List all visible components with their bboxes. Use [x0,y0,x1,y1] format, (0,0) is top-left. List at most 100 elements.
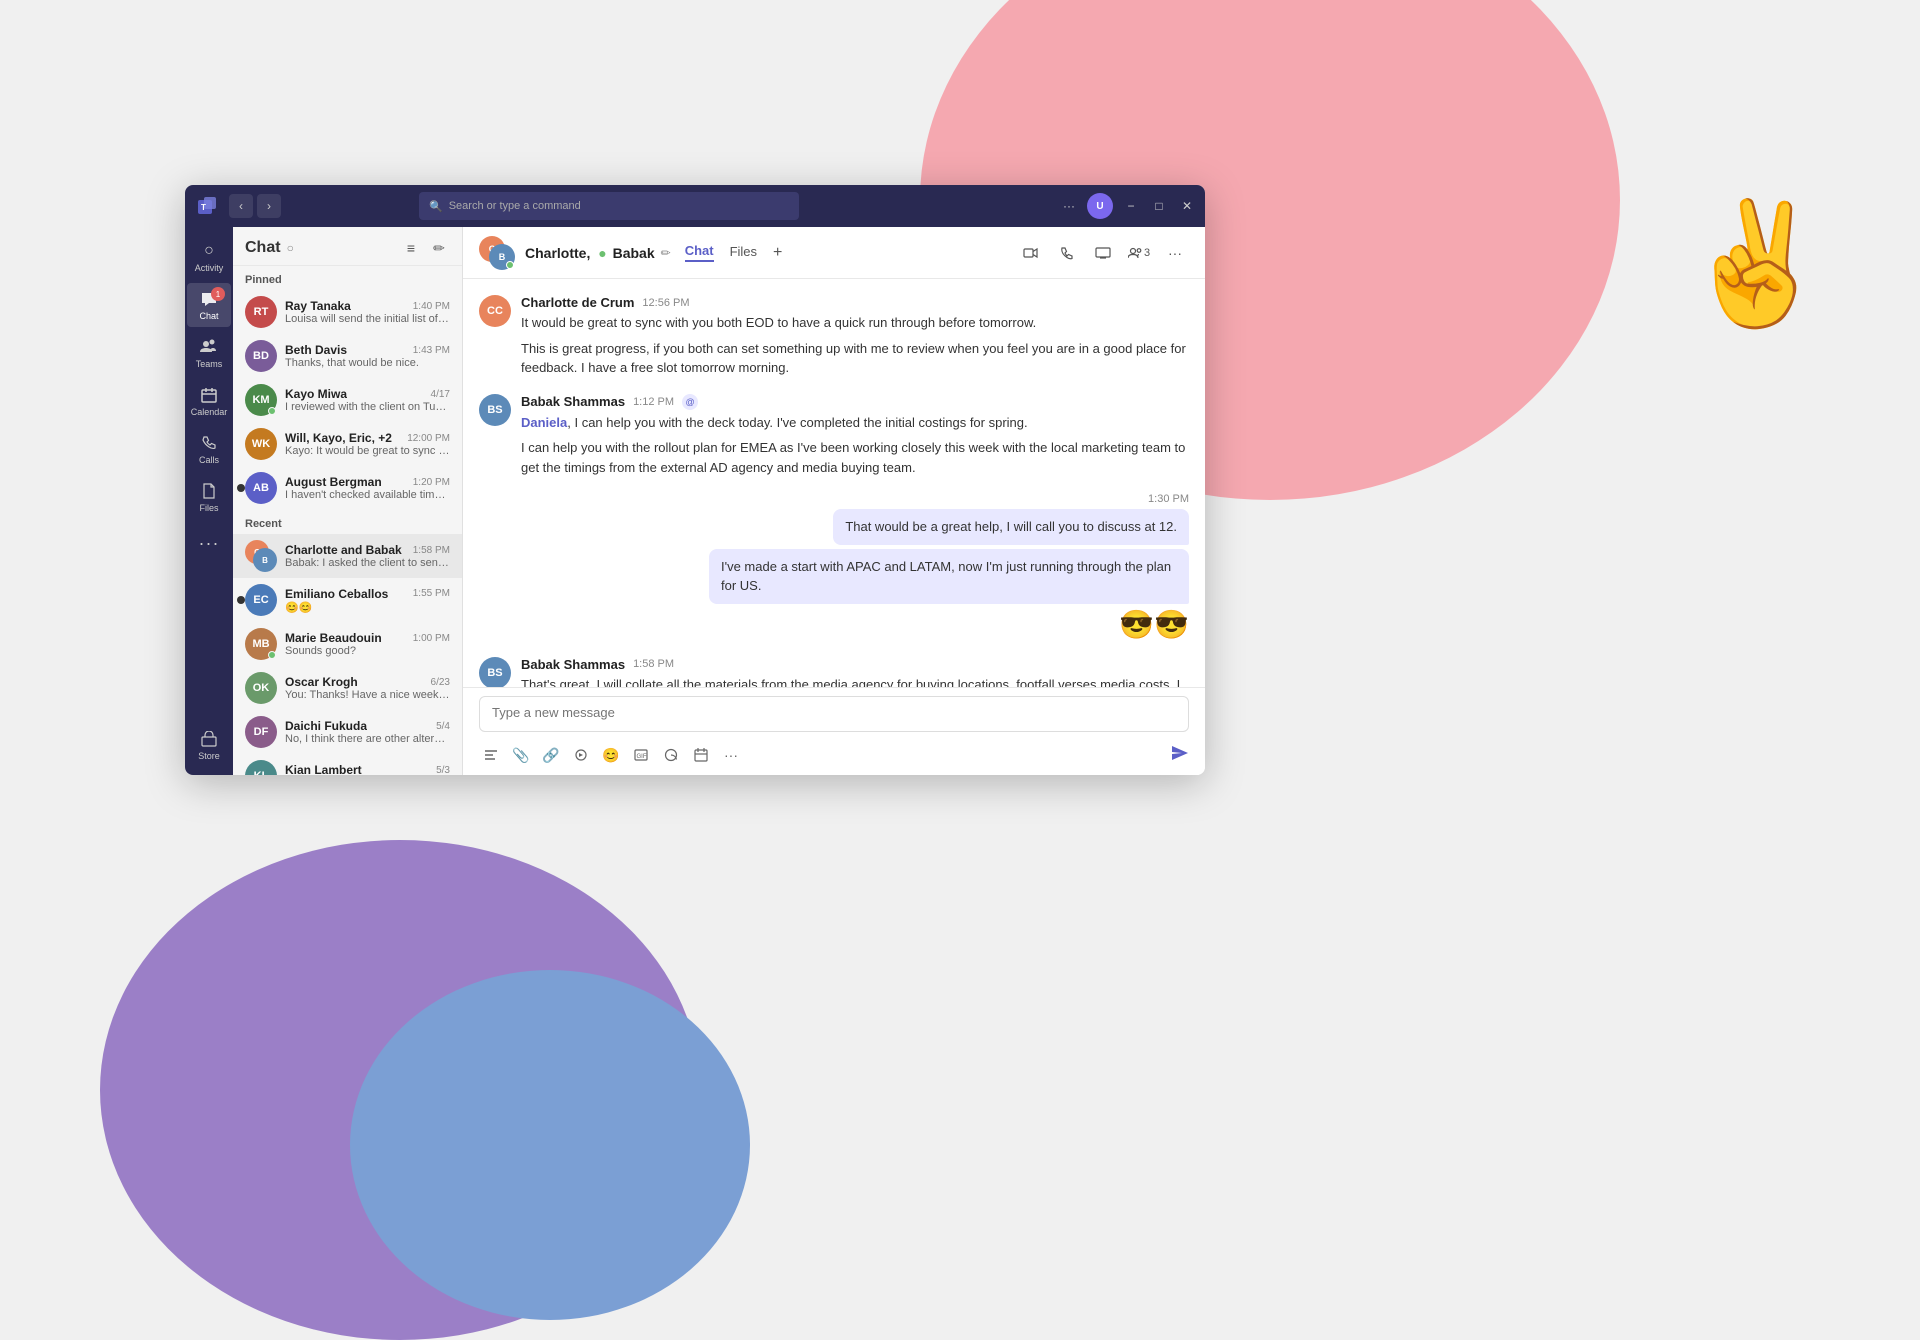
chat-item-beth[interactable]: BD Beth Davis 1:43 PM Thanks, that would… [233,334,462,378]
sidebar-item-calendar[interactable]: Calendar [187,379,231,423]
message-bubble-self-1: That would be a great help, I will call … [833,509,1189,545]
title-bar-actions: ··· U − □ ✕ [1059,193,1197,219]
screen-share-button[interactable] [1089,239,1117,267]
edit-name-icon[interactable]: ✏ [661,246,671,260]
more-options-button[interactable]: ··· [1059,196,1079,216]
audio-call-button[interactable] [1053,239,1081,267]
message-input[interactable] [479,696,1189,732]
chat-name-beth: Beth Davis [285,343,347,357]
tab-files[interactable]: Files [730,244,757,261]
link-button[interactable]: 🔗 [539,743,563,767]
attach-button[interactable]: 📎 [509,743,533,767]
maximize-button[interactable]: □ [1149,196,1169,216]
at-mention-icon[interactable]: @ [682,394,698,410]
message-input-area: 📎 🔗 😊 GIF ··· [463,687,1205,775]
message-text-babak-2-1: That's great. I will collate all the mat… [521,675,1189,688]
chat-label: Chat [199,311,218,321]
send-button[interactable] [1171,745,1189,766]
format-button[interactable] [479,743,503,767]
sidebar-item-calls[interactable]: Calls [187,427,231,471]
giphy-button[interactable]: GIF [629,743,653,767]
chat-header-name: Charlotte, ● Babak [525,245,655,261]
sidebar-item-files[interactable]: Files [187,475,231,519]
more-icon: ··· [199,533,219,553]
message-group-babak-1: BS Babak Shammas 1:12 PM @ Daniela, I ca… [479,394,1189,478]
chat-info-emiliano: Emiliano Ceballos 1:55 PM 😊😊 [285,587,450,614]
forward-button[interactable]: › [257,194,281,218]
message-sender-babak-2: Babak Shammas [521,657,625,672]
back-button[interactable]: ‹ [229,194,253,218]
tab-add-button[interactable]: + [773,244,782,262]
chat-name-august: August Bergman [285,475,382,489]
chat-time-kayo: 4/17 [431,389,450,400]
message-text-charlotte-1: It would be great to sync with you both … [521,313,1189,333]
loop-button[interactable] [569,743,593,767]
more-apps-button[interactable]: ··· [187,527,231,559]
online-indicator-babak [506,261,514,269]
chat-preview-emiliano: 😊😊 [285,601,450,614]
chat-item-oscar[interactable]: OK Oscar Krogh 6/23 You: Thanks! Have a … [233,666,462,710]
chat-preview-beth: Thanks, that would be nice. [285,357,450,369]
user-avatar[interactable]: U [1087,193,1113,219]
chat-status-icon: ○ [287,241,294,255]
compose-button[interactable]: ✏ [428,237,450,259]
svg-text:T: T [201,203,206,212]
sidebar-item-activity[interactable]: ○ Activity [187,235,231,279]
chat-item-kian[interactable]: KL Kian Lambert 5/3 Have you ran this by… [233,754,462,775]
online-indicator-marie [268,651,276,659]
message-time-self: 1:30 PM [1148,493,1189,505]
chat-info-charlotte-babak: Charlotte and Babak 1:58 PM Babak: I ask… [285,543,450,569]
message-bubble-self-2: I've made a start with APAC and LATAM, n… [709,549,1189,604]
filter-button[interactable]: ≡ [400,237,422,259]
message-content-babak-2: Babak Shammas 1:58 PM That's great. I wi… [521,657,1189,688]
chat-item-emiliano[interactable]: EC Emiliano Ceballos 1:55 PM 😊😊 [233,578,462,622]
chat-preview-ray: Louisa will send the initial list of att… [285,313,450,325]
video-call-button[interactable] [1017,239,1045,267]
participant2-online-dot: ● [598,245,606,261]
people-button[interactable]: 3 [1125,239,1153,267]
schedule-button[interactable] [689,743,713,767]
sidebar-item-store[interactable]: Store [187,723,231,767]
chat-item-kayo[interactable]: KM Kayo Miwa 4/17 I reviewed with the cl… [233,378,462,422]
chat-header: C B Charlotte, ● Babak ✏ Chat [463,227,1205,279]
sticker-button[interactable] [659,743,683,767]
chat-header-actions: 3 ··· [1017,239,1189,267]
chat-info-will: Will, Kayo, Eric, +2 12:00 PM Kayo: It w… [285,431,450,457]
message-emoji-self: 😎😎 [1119,608,1189,641]
chat-info-beth: Beth Davis 1:43 PM Thanks, that would be… [285,343,450,369]
header-avatar-babak: B [489,244,515,270]
sidebar-bottom: Store [187,723,231,775]
emoji-button[interactable]: 😊 [599,743,623,767]
message-group-self: 1:30 PM That would be a great help, I wi… [479,493,1189,641]
chat-avatar-group: C B [245,540,277,572]
message-time-charlotte: 12:56 PM [642,297,689,309]
chat-item-ray[interactable]: RT Ray Tanaka 1:40 PM Louisa will send t… [233,290,462,334]
chat-item-charlotte-babak[interactable]: C B Charlotte and Babak 1:58 PM Babak: I… [233,534,462,578]
chat-avatar-babak: B [253,548,277,572]
bg-decoration-blue [350,970,750,1320]
store-label: Store [198,751,220,761]
chat-item-daichi[interactable]: DF Daichi Fukuda 5/4 No, I think there a… [233,710,462,754]
sidebar-item-chat[interactable]: 1 Chat [187,283,231,327]
online-indicator-kayo [268,407,276,415]
close-button[interactable]: ✕ [1177,196,1197,216]
teams-logo: T [193,192,221,220]
calendar-icon [199,385,219,405]
chat-name-kayo: Kayo Miwa [285,387,347,401]
tab-chat[interactable]: Chat [685,243,714,262]
chat-avatar-kian: KL [245,760,277,775]
chat-info-kayo: Kayo Miwa 4/17 I reviewed with the clien… [285,387,450,413]
chat-info-marie: Marie Beaudouin 1:00 PM Sounds good? [285,631,450,657]
search-bar[interactable]: 🔍 Search or type a command [419,192,799,220]
chat-item-august[interactable]: AB August Bergman 1:20 PM I haven't chec… [233,466,462,510]
message-time-babak-1: 1:12 PM [633,396,674,408]
chat-list-title: Chat ○ [245,239,294,257]
recent-section-label: Recent [233,510,462,534]
more-chat-options-button[interactable]: ··· [1161,239,1189,267]
minimize-button[interactable]: − [1121,196,1141,216]
more-toolbar-button[interactable]: ··· [719,743,743,767]
chat-item-marie[interactable]: MB Marie Beaudouin 1:00 PM Sounds good? [233,622,462,666]
sidebar-item-teams[interactable]: Teams [187,331,231,375]
chat-item-will[interactable]: WK Will, Kayo, Eric, +2 12:00 PM Kayo: I… [233,422,462,466]
sidebar: ○ Activity 1 Chat [185,227,233,775]
